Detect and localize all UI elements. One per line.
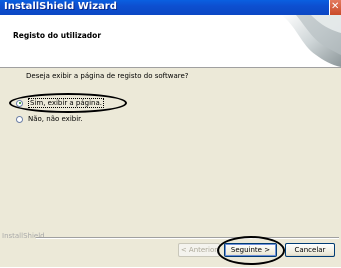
title-bar[interactable]: InstallShield Wizard ✕ — [0, 0, 341, 15]
installshield-wizard-window: InstallShield Wizard ✕ Registo do utiliz… — [0, 0, 341, 267]
annotation-circle-next — [217, 236, 285, 265]
back-button[interactable]: < Anterior — [178, 243, 220, 257]
wizard-header: Registo do utilizador — [0, 15, 341, 68]
option-no-label[interactable]: Não, não exibir. — [28, 115, 83, 123]
option-no[interactable]: Não, não exibir. — [16, 113, 83, 125]
cancel-button[interactable]: Cancelar — [285, 243, 335, 257]
annotation-circle-yes — [9, 93, 127, 113]
close-icon: ✕ — [331, 1, 340, 12]
radio-no[interactable] — [16, 115, 23, 123]
registration-question: Deseja exibir a página de registo do sof… — [26, 72, 189, 80]
footer-divider — [36, 237, 339, 239]
header-title: Registo do utilizador — [13, 31, 102, 40]
close-button[interactable]: ✕ — [329, 0, 341, 15]
window-title: InstallShield Wizard — [4, 1, 117, 12]
header-wave-graphic — [281, 15, 341, 67]
